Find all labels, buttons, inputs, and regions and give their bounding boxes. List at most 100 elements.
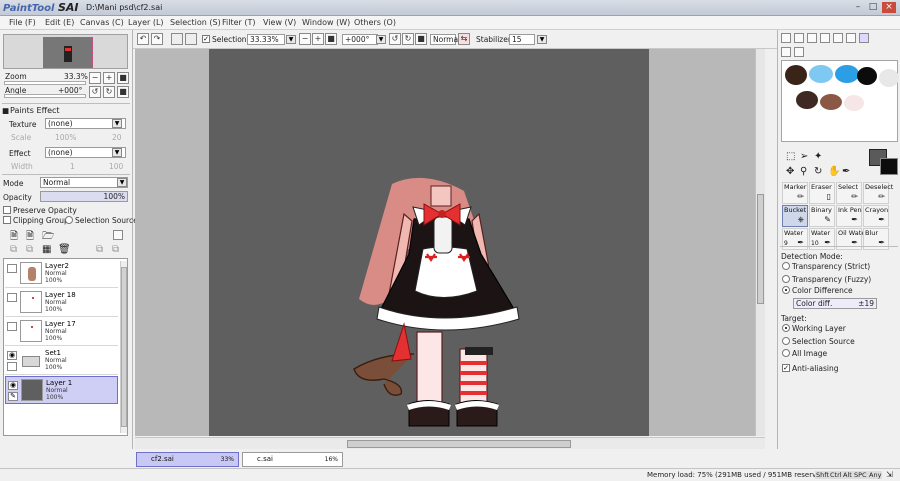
navigator-preview[interactable] (3, 34, 128, 69)
target-selection-radio[interactable] (782, 337, 790, 345)
tool-select[interactable]: Select ✏ (836, 182, 862, 204)
zoom-tool-icon[interactable]: ⚲ (800, 166, 807, 177)
preserve-opacity-checkbox[interactable] (3, 206, 11, 214)
menu-others[interactable]: Others (O) (354, 18, 396, 27)
stabilizer-field[interactable]: 15 (509, 34, 535, 45)
tab-c[interactable]: c.sai 16% (242, 452, 343, 467)
zoom-field[interactable]: 33.33% (247, 34, 285, 45)
tool-crayon[interactable]: Crayon ✒ (863, 205, 889, 227)
menu-edit[interactable]: Edit (E) (45, 18, 74, 27)
stabilizer-dropdown-icon[interactable]: ▼ (537, 35, 547, 44)
eye-icon[interactable]: ◉ (7, 351, 17, 360)
swatch[interactable] (809, 65, 833, 83)
tab-cf2[interactable]: cf2.sai 33% (136, 452, 239, 467)
detection-strict-radio[interactable] (782, 262, 790, 270)
horizontal-scrollbar[interactable] (135, 437, 765, 449)
swatch[interactable] (844, 95, 864, 111)
layer-scrollbar[interactable] (120, 261, 127, 433)
hsv-slider-icon[interactable] (807, 33, 817, 43)
rotate-tool-icon[interactable]: ↻ (814, 166, 822, 177)
add-swatch-icon[interactable] (781, 47, 791, 57)
anti-aliasing-checkbox[interactable]: ✓ (782, 364, 790, 372)
apply-mask-icon[interactable]: ▦ (42, 244, 51, 255)
selection-checkbox[interactable]: ✓ (202, 35, 210, 43)
rotate-reset-button[interactable]: ■ (117, 86, 129, 98)
vertical-scroll-thumb[interactable] (757, 194, 764, 304)
opacity-slider[interactable]: 100% (40, 191, 128, 202)
invert-selection-button[interactable] (185, 33, 197, 45)
blend-mode-select[interactable]: Normal (40, 177, 128, 188)
mask-delete-icon[interactable]: ⧉ (112, 244, 119, 255)
swatch-palette[interactable] (781, 60, 899, 142)
folder-expand-toggle[interactable] (7, 362, 17, 371)
move-icon[interactable]: ✥ (786, 166, 794, 177)
remove-swatch-icon[interactable] (794, 47, 804, 57)
minimize-icon[interactable]: – (851, 2, 865, 13)
target-working-radio[interactable] (782, 324, 790, 332)
zoom-slider[interactable] (4, 81, 86, 85)
tool-eraser[interactable]: Eraser ▯ (809, 182, 835, 204)
layer-row-selected[interactable]: ◉ ✎ Layer 1 Normal 100% (5, 376, 118, 404)
navigator-viewport[interactable] (43, 37, 93, 68)
swatch[interactable] (820, 94, 842, 110)
angle-slider[interactable] (4, 94, 86, 98)
effect-dropdown-icon[interactable]: ▼ (112, 148, 122, 157)
swatches-icon[interactable] (833, 33, 843, 43)
angle-dropdown-icon[interactable]: ▼ (376, 35, 386, 44)
angle-field[interactable]: +000° (342, 34, 378, 45)
tool-marker[interactable]: Marker ✏ (782, 182, 808, 204)
blend-field[interactable]: Normal (430, 34, 460, 45)
rotate-ccw-icon[interactable]: ↺ (389, 33, 401, 45)
tool-bucket[interactable]: Bucket ⎈ (782, 205, 808, 227)
vertical-scrollbar[interactable] (755, 49, 765, 436)
blend-mode-dropdown-icon[interactable]: ▼ (117, 178, 127, 187)
tool-deselect[interactable]: Deselect ✏ (863, 182, 893, 204)
color-diff-slider[interactable]: Color diff. ±19 (793, 298, 877, 309)
marquee-select-icon[interactable]: ⬚ (786, 151, 795, 162)
canvas-area[interactable] (135, 49, 765, 436)
menu-layer[interactable]: Layer (L) (128, 18, 164, 27)
layer-row[interactable]: Layer 18 Normal 100% (5, 289, 118, 317)
menu-window[interactable]: Window (W) (302, 18, 350, 27)
lasso-icon[interactable]: ➢ (800, 151, 808, 162)
color-wheel-icon[interactable] (781, 33, 791, 43)
rotate-left-button[interactable]: ↺ (89, 86, 101, 98)
color-mixer-icon[interactable] (820, 33, 830, 43)
detection-fuzzy-radio[interactable] (782, 275, 790, 283)
zoom-dropdown-icon[interactable]: ▼ (286, 35, 296, 44)
target-all-radio[interactable] (782, 349, 790, 357)
secondary-color[interactable] (880, 158, 898, 175)
zoom-fit-button[interactable]: ■ (117, 72, 129, 84)
visibility-toggle[interactable] (7, 322, 17, 331)
magic-wand-icon[interactable]: ✦ (814, 151, 822, 162)
menu-selection[interactable]: Selection (S) (170, 18, 221, 27)
swatch[interactable] (857, 67, 877, 85)
swatch[interactable] (835, 65, 859, 83)
rotate-reset-icon[interactable]: ■ (415, 33, 427, 45)
menu-file[interactable]: File (F) (9, 18, 36, 27)
flip-horizontal-icon[interactable]: ⇆ (458, 33, 470, 45)
eye-icon[interactable]: ◉ (8, 381, 18, 390)
layer-row[interactable]: Layer2 Normal 100% (5, 260, 118, 288)
visibility-toggle[interactable] (7, 293, 17, 302)
menu-filter[interactable]: Filter (T) (222, 18, 255, 27)
visibility-toggle[interactable] (7, 264, 17, 273)
swatch[interactable] (785, 65, 807, 85)
maximize-icon[interactable]: □ (866, 2, 880, 13)
deselect-button[interactable] (171, 33, 183, 45)
rotate-right-button[interactable]: ↻ (103, 86, 115, 98)
detection-color-radio[interactable] (782, 286, 790, 294)
clipping-group-checkbox[interactable] (3, 216, 11, 224)
swatch[interactable] (879, 69, 899, 87)
eyedropper-icon[interactable]: ✒ (842, 166, 850, 177)
menu-view[interactable]: View (V) (263, 18, 296, 27)
layer-row[interactable]: Layer 17 Normal 100% (5, 318, 118, 346)
delete-layer-icon[interactable]: 🗑 (58, 244, 71, 255)
copy-layer-icon[interactable]: ⧉ (10, 244, 17, 255)
undo-button[interactable]: ↶ (137, 33, 149, 45)
palette-icon[interactable] (859, 33, 869, 43)
layer-panel-button[interactable] (113, 230, 123, 240)
swatch[interactable] (796, 91, 818, 109)
layer-scroll-thumb[interactable] (121, 267, 127, 427)
menu-canvas[interactable]: Canvas (C) (80, 18, 124, 27)
